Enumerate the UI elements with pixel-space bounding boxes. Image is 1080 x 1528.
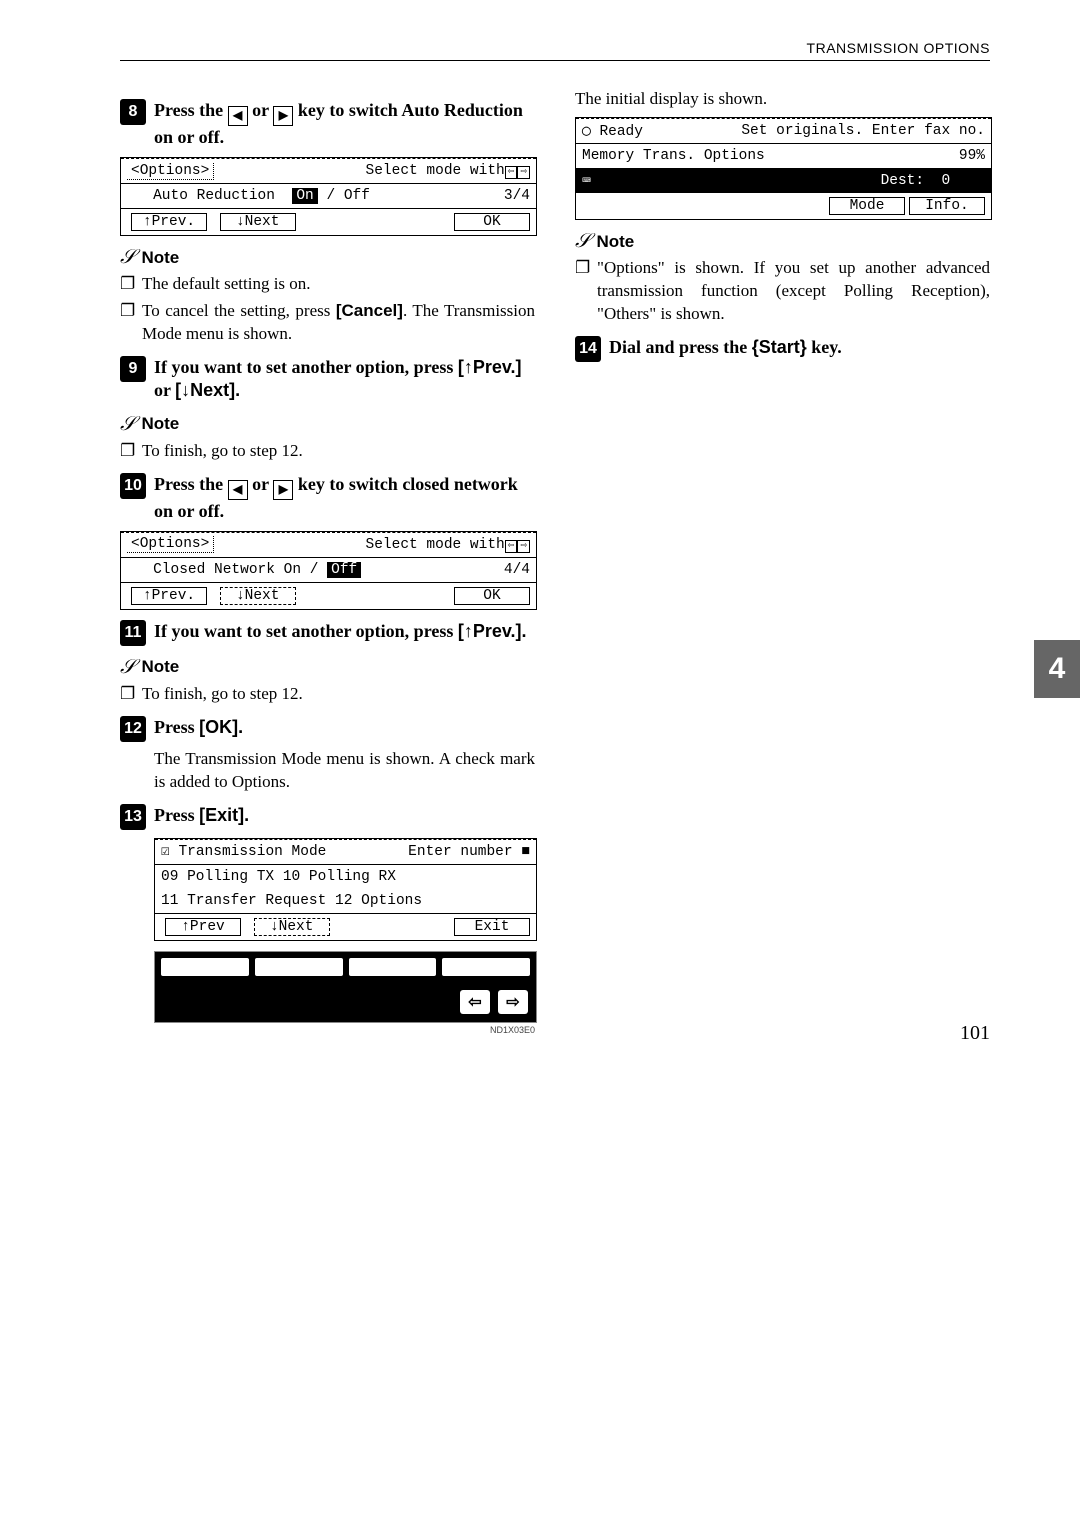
- note-item: To cancel the setting, press [Cancel]. T…: [142, 300, 535, 346]
- lcd-percent: 99%: [959, 148, 985, 164]
- note-item: To finish, go to step 12.: [142, 683, 535, 706]
- step-text: Press [Exit].: [154, 804, 249, 827]
- step-number: 9: [120, 356, 146, 382]
- note-item: The default setting is on.: [142, 273, 535, 296]
- note-list: "Options" is shown. If you set up anothe…: [575, 257, 990, 326]
- lcd-title-left: <Options>: [127, 163, 214, 180]
- lcd-line: 09 Polling TX 10 Polling RX: [155, 865, 536, 889]
- lcd-title-left: ☑ Transmission Mode: [161, 843, 326, 860]
- step-11: 11 If you want to set another option, pr…: [120, 620, 535, 646]
- step-number: 8: [120, 99, 146, 125]
- lcd-next-button-disabled: ↓Next: [220, 587, 296, 605]
- note-label: Note: [141, 248, 179, 268]
- step-number: 10: [120, 473, 146, 499]
- step-number: 13: [120, 804, 146, 830]
- step-text: Press [OK].: [154, 716, 243, 739]
- lcd-ok-button[interactable]: OK: [454, 587, 530, 605]
- right-arrow-key[interactable]: ⇨: [498, 990, 528, 1014]
- note-item: To finish, go to step 12.: [142, 440, 535, 463]
- lcd-title-left: <Options>: [127, 536, 214, 553]
- lcd-mode-button[interactable]: Mode: [829, 197, 905, 215]
- lcd-prev-button[interactable]: ↑Prev.: [131, 213, 207, 231]
- left-arrow-icon: ◀: [228, 480, 248, 500]
- lcd-title-right: Enter number ■: [408, 844, 530, 860]
- figure-caption: ND1X03E0: [154, 1025, 535, 1035]
- step-number: 14: [575, 336, 601, 362]
- note-label: Note: [141, 414, 179, 434]
- text: or: [248, 474, 274, 494]
- note-heading: 𝒮 Note: [575, 230, 990, 253]
- right-arrow-icon: ▶: [273, 480, 293, 500]
- lcd-prev-button[interactable]: ↑Prev: [165, 918, 241, 936]
- left-arrow-key[interactable]: ⇦: [460, 990, 490, 1014]
- lcd-panel-options-2: <Options> Select mode with⇦⇨ Closed Netw…: [120, 531, 537, 610]
- intro-text: The initial display is shown.: [575, 89, 990, 109]
- lcd-line: 11 Transfer Request 12 Options: [155, 889, 536, 914]
- note-list: To finish, go to step 12.: [120, 440, 535, 463]
- lcd-panel-options-1: <Options> Select mode with⇦⇨ Auto Reduct…: [120, 157, 537, 236]
- note-icon: 𝒮: [120, 246, 135, 269]
- text: Press the: [154, 474, 228, 494]
- note-item: "Options" is shown. If you set up anothe…: [597, 257, 990, 326]
- left-arrow-icon: ◀: [228, 106, 248, 126]
- lcd-next-button[interactable]: ↓Next: [220, 213, 296, 231]
- step-10: 10 Press the ◀ or ▶ key to switch closed…: [120, 473, 535, 523]
- lcd-ready: ◯ Ready: [582, 123, 643, 140]
- lcd-ok-button[interactable]: OK: [454, 213, 530, 231]
- step-14: 14 Dial and press the {Start} key.: [575, 336, 990, 362]
- lcd-prev-button[interactable]: ↑Prev.: [131, 587, 207, 605]
- step-text: Dial and press the {Start} key.: [609, 336, 842, 359]
- note-heading: 𝒮 Note: [120, 413, 535, 436]
- lcd-panel-transmission-mode: ☑ Transmission Mode Enter number ■ 09 Po…: [154, 838, 537, 941]
- lcd-dest: Dest: 0: [881, 173, 985, 189]
- note-list: To finish, go to step 12.: [120, 683, 535, 706]
- step-text: If you want to set another option, press…: [154, 356, 535, 403]
- lcd-line2: Closed Network On / Off: [127, 562, 361, 578]
- note-icon: 𝒮: [575, 230, 590, 253]
- step-13: 13 Press [Exit].: [120, 804, 535, 830]
- lcd-exit-button[interactable]: Exit: [454, 918, 530, 936]
- step-9: 9 If you want to set another option, pre…: [120, 356, 535, 403]
- soft-key[interactable]: [442, 958, 530, 976]
- note-heading: 𝒮 Note: [120, 246, 535, 269]
- step-body: The Transmission Mode menu is shown. A c…: [154, 748, 535, 794]
- text: or: [248, 100, 274, 120]
- lcd-instruction: Set originals. Enter fax no.: [741, 123, 985, 139]
- note-label: Note: [141, 657, 179, 677]
- header-section-title: TRANSMISSION OPTIONS: [120, 40, 990, 61]
- chapter-tab: 4: [1034, 640, 1080, 698]
- lcd-memory-trans: Memory Trans. Options: [582, 148, 765, 164]
- soft-key[interactable]: [349, 958, 437, 976]
- arrow-key-panel: ⇦ ⇨: [154, 951, 537, 1023]
- note-heading: 𝒮 Note: [120, 656, 535, 679]
- lcd-info-button[interactable]: Info.: [909, 197, 985, 215]
- lcd-line2: Auto Reduction On / Off: [127, 188, 370, 204]
- step-number: 12: [120, 716, 146, 742]
- right-arrow-icon: ▶: [273, 106, 293, 126]
- step-text: Press the ◀ or ▶ key to switch Auto Redu…: [154, 99, 535, 149]
- text: Press the: [154, 100, 228, 120]
- lcd-line2-right: 3/4: [504, 188, 530, 204]
- note-icon: 𝒮: [120, 413, 135, 436]
- lcd-line2-right: 4/4: [504, 562, 530, 578]
- lcd-next-button-disabled: ↓Next: [254, 918, 330, 936]
- note-icon: 𝒮: [120, 656, 135, 679]
- note-label: Note: [596, 232, 634, 252]
- lcd-title-right: Select mode with⇦⇨: [366, 537, 530, 553]
- step-12: 12 Press [OK].: [120, 716, 535, 742]
- lcd-dest-icon: ⌨: [582, 173, 591, 190]
- soft-key[interactable]: [255, 958, 343, 976]
- page-number: 101: [960, 1022, 990, 1045]
- lcd-panel-ready: ◯ Ready Set originals. Enter fax no. Mem…: [575, 117, 992, 220]
- step-text: Press the ◀ or ▶ key to switch closed ne…: [154, 473, 535, 523]
- soft-key[interactable]: [161, 958, 249, 976]
- note-list: The default setting is on. To cancel the…: [120, 273, 535, 346]
- step-number: 11: [120, 620, 146, 646]
- step-text: If you want to set another option, press…: [154, 620, 527, 643]
- lcd-title-right: Select mode with⇦⇨: [366, 163, 530, 179]
- step-8: 8 Press the ◀ or ▶ key to switch Auto Re…: [120, 99, 535, 149]
